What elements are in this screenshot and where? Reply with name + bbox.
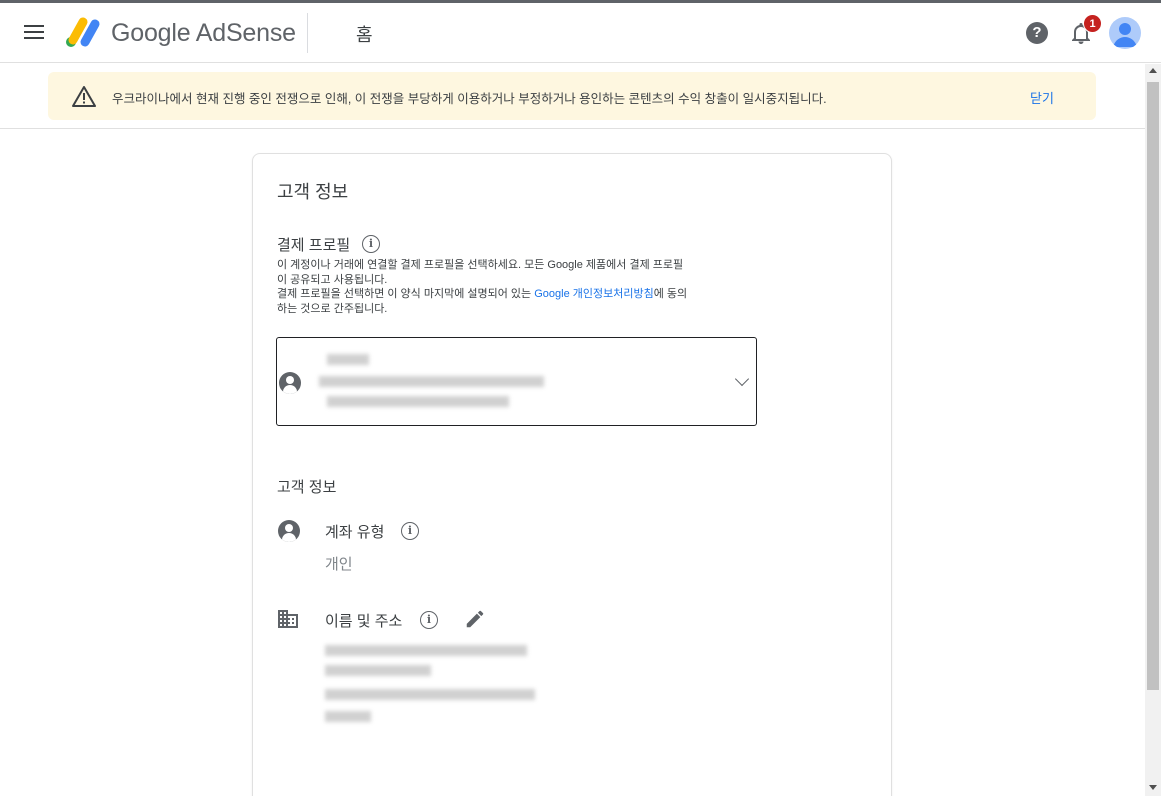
banner-container: 우크라이나에서 현재 진행 중인 전쟁으로 인해, 이 전쟁을 부당하게 이용하… xyxy=(0,64,1145,129)
banner-close-button[interactable]: 닫기 xyxy=(1030,88,1054,107)
brand-name[interactable]: Google AdSense xyxy=(111,19,296,48)
customer-info-card: 고객 정보 결제 프로필 i 이 계정이나 거래에 연결할 결제 프로필을 선택… xyxy=(252,153,892,796)
building-icon xyxy=(278,610,298,628)
desc-text: 에 동의 xyxy=(653,288,688,300)
desc-line: 결제 프로필을 선택하면 이 양식 마지막에 설명되어 있는 Google 개인… xyxy=(277,287,757,302)
desc-line: 이 공유되고 사용됩니다. xyxy=(277,273,388,286)
menu-icon[interactable] xyxy=(22,21,46,45)
top-app-bar: Google AdSense 홈 ? 1 xyxy=(0,3,1161,63)
customer-info-heading: 고객 정보 xyxy=(277,479,337,496)
privacy-policy-link[interactable]: Google 개인정보처리방침 xyxy=(534,288,654,300)
desc-line: 하는 것으로 간주됩니다. xyxy=(277,302,388,315)
account-avatar[interactable] xyxy=(1109,17,1141,49)
scroll-down-arrow-icon[interactable] xyxy=(1149,785,1157,790)
name-address-info-icon[interactable]: i xyxy=(420,611,438,629)
payment-profile-info-icon[interactable]: i xyxy=(362,235,380,253)
redacted-profile-detail xyxy=(319,376,544,387)
redacted-name-address xyxy=(325,711,371,722)
redacted-profile-detail xyxy=(327,396,509,407)
vertical-scrollbar[interactable] xyxy=(1145,64,1161,796)
help-icon[interactable]: ? xyxy=(1026,22,1048,44)
notification-badge: 1 xyxy=(1083,14,1102,33)
scrollbar-thumb[interactable] xyxy=(1147,82,1159,690)
chevron-down-icon[interactable] xyxy=(734,371,750,387)
desc-text: 결제 프로필을 선택하면 이 양식 마지막에 설명되어 있는 xyxy=(277,288,535,300)
edit-pencil-icon[interactable] xyxy=(464,608,486,630)
desc-line: 이 계정이나 거래에 연결할 결제 프로필을 선택하세요. 모든 Google … xyxy=(277,259,684,271)
adsense-logo-icon xyxy=(66,17,100,47)
account-circle-icon xyxy=(279,372,301,394)
banner-message: 우크라이나에서 현재 진행 중인 전쟁으로 인해, 이 전쟁을 부당하게 이용하… xyxy=(112,92,827,106)
payment-profile-label: 결제 프로필 xyxy=(277,237,351,254)
redacted-name-address xyxy=(325,689,535,700)
alert-banner: 우크라이나에서 현재 진행 중인 전쟁으로 인해, 이 전쟁을 부당하게 이용하… xyxy=(48,72,1096,120)
account-circle-icon xyxy=(278,520,300,542)
card-title: 고객 정보 xyxy=(277,182,349,202)
payment-profile-select[interactable] xyxy=(276,337,757,426)
header-divider xyxy=(307,13,308,53)
account-type-info-icon[interactable]: i xyxy=(401,522,419,540)
account-type-value: 개인 xyxy=(325,556,353,573)
name-address-label: 이름 및 주소 xyxy=(325,613,403,630)
redacted-name-address xyxy=(325,665,431,676)
account-type-label: 계좌 유형 xyxy=(325,524,385,541)
scroll-up-arrow-icon[interactable] xyxy=(1149,68,1157,73)
redacted-name-address xyxy=(325,645,527,656)
payment-profile-description: 이 계정이나 거래에 연결할 결제 프로필을 선택하세요. 모든 Google … xyxy=(277,258,757,316)
warning-icon xyxy=(72,86,96,107)
page-title: 홈 xyxy=(356,25,373,45)
redacted-profile-name xyxy=(327,354,369,365)
